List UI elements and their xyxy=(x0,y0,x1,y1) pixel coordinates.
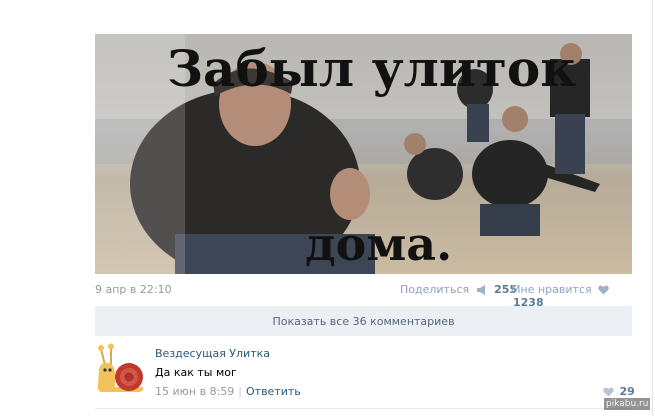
show-all-comments-button[interactable]: Показать все 36 комментариев xyxy=(95,306,632,336)
comment-text: Да как ты мог xyxy=(155,366,237,379)
heart-icon xyxy=(603,387,614,397)
show-all-comments-label: Показать все 36 комментариев xyxy=(272,314,455,328)
comment-divider xyxy=(95,408,632,409)
page-right-border xyxy=(652,0,653,416)
comment-like-button[interactable]: 29 xyxy=(600,385,635,398)
share-label: Поделиться xyxy=(400,283,470,296)
meme-caption-bottom: дома. xyxy=(305,217,453,271)
comment-meta-separator: | xyxy=(238,385,242,398)
snail-avatar-icon xyxy=(97,343,144,392)
post-date[interactable]: 9 апр в 22:10 xyxy=(95,283,172,296)
comment-time[interactable]: 15 июн в 8:59 xyxy=(155,385,234,398)
post-meta: 9 апр в 22:10 Поделиться 255 Мне нравитс… xyxy=(95,281,632,309)
meme-caption-top: Забыл улиток xyxy=(167,39,577,98)
like-label: Мне нравится xyxy=(511,283,592,296)
megaphone-icon xyxy=(476,285,485,295)
avatar[interactable] xyxy=(95,343,147,397)
comment-like-count: 29 xyxy=(619,385,635,398)
post-image[interactable]: Забыл улиток дома. xyxy=(95,34,632,274)
share-button[interactable]: Поделиться 255 xyxy=(400,283,517,296)
comment-meta: 15 июн в 8:59 | Ответить xyxy=(155,385,301,398)
reply-button[interactable]: Ответить xyxy=(246,385,301,398)
heart-icon xyxy=(598,285,609,295)
comment-author[interactable]: Вездесущая Улитка xyxy=(155,347,270,360)
watermark: pikabu.ru xyxy=(604,398,651,410)
